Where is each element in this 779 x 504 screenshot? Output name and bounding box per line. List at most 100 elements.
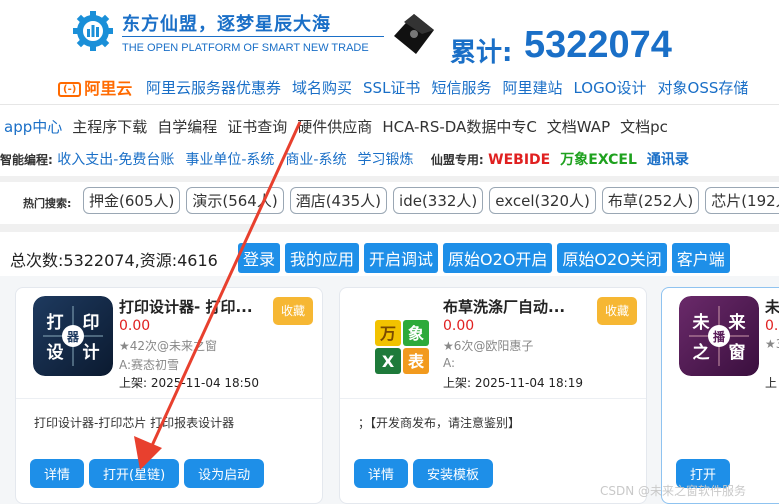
future-window-icon: 未 来 之 窗 播 [679, 296, 759, 376]
wanxiang-excel-icon: 万 象 X 表 [357, 296, 437, 376]
icon-char: 器 [66, 330, 80, 344]
aliyun-link[interactable]: SSL证书 [363, 79, 420, 97]
programming-link[interactable]: 事业单位-系统 [185, 152, 274, 168]
hot-tag[interactable]: 芯片(192人) [705, 187, 779, 214]
aliyun-logo[interactable]: (-) 阿里云 [58, 75, 132, 99]
watermark: CSDN @未来之窗软件服务 [600, 484, 747, 498]
client-button[interactable]: 客户端 [671, 243, 730, 273]
total-label: 累计: [450, 38, 513, 68]
app-title[interactable]: 未 [765, 296, 779, 317]
hot-search-label: 热门搜索: [23, 197, 72, 210]
card-divider [16, 398, 322, 399]
hot-tag[interactable]: excel(320人) [489, 187, 596, 214]
nav-download[interactable]: 主程序下载 [72, 118, 147, 136]
my-apps-button[interactable]: 我的应用 [285, 243, 360, 273]
details-button[interactable]: 详情 [354, 459, 409, 488]
main-nav: app中心 主程序下载 自学编程 证书查询 硬件供应商 HCA-RS-DA数据中专C 文档W… [4, 116, 678, 137]
login-button[interactable]: 登录 [238, 243, 281, 273]
app-author: A:赛态初雪 [119, 358, 180, 372]
brand-subtitle: THE OPEN PLATFORM OF SMART NEW TRADE [122, 42, 369, 54]
nav-cert-query[interactable]: 证书查询 [227, 118, 287, 136]
app-card[interactable]: 未 来 之 窗 播 未 0. ★3 上 打开 [661, 287, 779, 504]
site-header: 东方仙盟，逐梦星辰大海 THE OPEN PLATFORM OF SMART N… [0, 0, 779, 72]
special-label: 仙盟专用: [430, 153, 484, 167]
favorite-button[interactable]: 收藏 [597, 297, 637, 325]
set-startup-button[interactable]: 设为启动 [184, 459, 265, 488]
icon-char: 未 [692, 312, 710, 333]
icon-char: 之 [693, 342, 710, 363]
aliyun-link[interactable]: 短信服务 [431, 79, 491, 97]
hot-search: 热门搜索: 押金(605人) 演示(564人) 酒店(435人) ide(332人) e… [0, 186, 779, 218]
hot-tag[interactable]: 押金(605人) [83, 187, 181, 214]
total-count: 5322074 [524, 24, 672, 66]
nav-doc-wap[interactable]: 文档WAP [547, 118, 610, 136]
app-price: 0. [765, 318, 779, 334]
programming-link[interactable]: 商业-系统 [285, 152, 346, 168]
icon-char: 计 [83, 342, 100, 363]
aliyun-links: 阿里云服务器优惠券 域名购买 SSL证书 短信服务 阿里建站 LOGO设计 对象OSS存储 [146, 77, 759, 98]
icon-char: 来 [728, 312, 747, 333]
app-title[interactable]: 布草洗涤厂自动... [443, 296, 565, 317]
app-price: 0.00 [443, 318, 475, 334]
open-starlink-button[interactable]: 打开(星链) [89, 459, 180, 488]
debug-on-button[interactable]: 开启调试 [364, 243, 439, 273]
icon-char: 象 [408, 324, 424, 343]
programming-link[interactable]: 学习锻炼 [357, 152, 413, 168]
app-usage: ★42次@未来之窗 [119, 339, 218, 353]
gear-logo-icon [73, 11, 113, 51]
stats-summary: 总次数:5322074,资源:4616 [10, 251, 218, 270]
hot-tag[interactable]: 酒店(435人) [289, 187, 388, 214]
icon-char: 印 [83, 313, 100, 333]
favorite-button[interactable]: 收藏 [273, 297, 313, 325]
nav-data-center[interactable]: HCA-RS-DA数据中专C [382, 118, 536, 136]
card-actions: 详情 安装模板 [354, 459, 498, 488]
programming-label: 智能编程: [0, 153, 53, 167]
aliyun-link[interactable]: LOGO设计 [573, 79, 646, 97]
aliyun-link[interactable]: 阿里建站 [502, 79, 562, 97]
icon-char: 设 [47, 343, 64, 363]
app-title[interactable]: 打印设计器- 打印... [119, 296, 253, 317]
hot-tag[interactable]: 演示(564人) [186, 187, 284, 214]
webide-link[interactable]: WEBIDE [488, 152, 550, 168]
aliyun-link[interactable]: 对象OSS存储 [658, 79, 749, 97]
aliyun-link[interactable]: 阿里云服务器优惠券 [146, 79, 281, 97]
app-description: ；【开发商发布，请注意鉴别】 [358, 416, 521, 430]
icon-char: 表 [407, 352, 425, 371]
section-separator [0, 224, 779, 232]
icon-char: 打 [47, 312, 64, 333]
nav-app-center[interactable]: app中心 [4, 118, 62, 136]
programming-links: 智能编程: 收入支出-免费台账 事业单位-系统 商业-系统 学习锻炼 仙盟专用: WE… [0, 149, 689, 169]
hot-tag[interactable]: 布草(252人) [601, 187, 700, 214]
app-description: 打印设计器-打印芯片 打印报表设计器 [34, 416, 235, 430]
hot-tag[interactable]: ide(332人) [393, 187, 484, 214]
app-date: 上架: 2025-11-04 18:50 [119, 376, 259, 390]
nav-doc-pc[interactable]: 文档pc [620, 118, 668, 136]
icon-char: X [382, 352, 395, 371]
app-card[interactable]: 打 印 设 计 器 打印设计器- 打印... 0.00 ★42次@未来之窗 A:… [15, 287, 323, 504]
icon-char: 万 [379, 324, 396, 343]
aliyun-logo-text: 阿里云 [84, 79, 133, 98]
icon-char: 窗 [729, 342, 746, 363]
card-divider [340, 398, 646, 399]
o2o-on-button[interactable]: 原始O2O开启 [443, 243, 553, 273]
o2o-off-button[interactable]: 原始O2O关闭 [557, 243, 667, 273]
contacts-link[interactable]: 通讯录 [647, 152, 689, 168]
install-template-button[interactable]: 安装模板 [413, 459, 494, 488]
card-actions: 详情 打开(星链) 设为启动 [30, 459, 269, 488]
nav-self-learning[interactable]: 自学编程 [157, 118, 217, 136]
excel-link[interactable]: 万象EXCEL [560, 152, 637, 168]
device-cube-icon [394, 14, 434, 54]
aliyun-link[interactable]: 域名购买 [292, 79, 352, 97]
brand-divider [122, 36, 384, 37]
app-author: A: [443, 356, 456, 370]
programming-link[interactable]: 收入支出-免费台账 [57, 152, 174, 168]
print-designer-icon: 打 印 设 计 器 [33, 296, 113, 376]
stats-actions: 登录 我的应用 开启调试 原始O2O开启 原始O2O关闭 客户端 [238, 243, 735, 273]
app-date: 上架: 2025-11-04 18:19 [443, 376, 583, 390]
brand-title: 东方仙盟，逐梦星辰大海 [122, 14, 331, 35]
nav-hardware[interactable]: 硬件供应商 [297, 118, 372, 136]
aliyun-promo-bar: (-) 阿里云 阿里云服务器优惠券 域名购买 SSL证书 短信服务 阿里建站 LOGO设计对… [0, 72, 779, 104]
app-card[interactable]: 万 象 X 表 布草洗涤厂自动... 0.00 ★6次@欧阳惠子 A: 上架: … [339, 287, 647, 504]
details-button[interactable]: 详情 [30, 459, 85, 488]
hot-tags: 押金(605人) 演示(564人) 酒店(435人) ide(332人) excel(3… [83, 187, 779, 214]
